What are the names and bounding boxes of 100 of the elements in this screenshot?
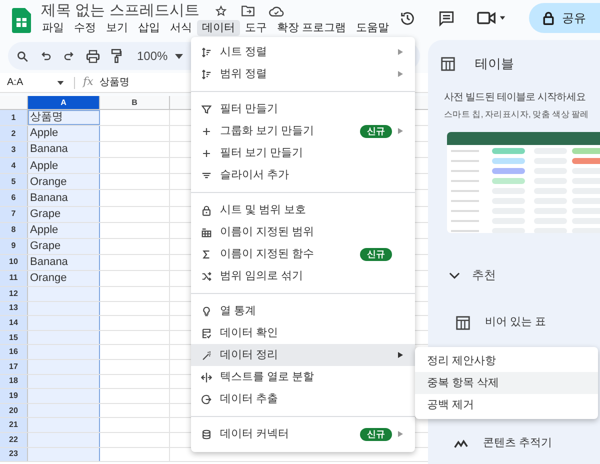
section-heading[interactable]: 추천	[472, 266, 496, 284]
table-cell[interactable]: Grape	[28, 238, 100, 254]
table-cell[interactable]: Banana	[28, 142, 100, 158]
table-cell[interactable]	[28, 404, 100, 418]
row-number[interactable]: 14	[0, 316, 28, 330]
menu-item[interactable]: 데이터 커넥터 신규	[191, 423, 415, 445]
menu-bar-item[interactable]: 서식	[165, 20, 197, 36]
menu-bar-item[interactable]: 도구	[240, 20, 272, 36]
template-item[interactable]: 비어 있는 표	[485, 314, 546, 331]
table-cell[interactable]	[28, 302, 100, 316]
table-cell[interactable]	[28, 418, 100, 432]
table-cell[interactable]	[28, 389, 100, 403]
row-number[interactable]: 22	[0, 432, 28, 447]
menu-item[interactable]: 이름이 지정된 범위	[191, 221, 415, 243]
row-number[interactable]: 1	[0, 110, 28, 126]
submenu-item[interactable]: 정리 제안사항	[415, 350, 598, 372]
table-cell[interactable]	[28, 360, 100, 374]
submenu-item[interactable]: 중복 항목 삭제	[415, 372, 598, 394]
row-number[interactable]: 2	[0, 126, 28, 142]
video-call-icon[interactable]	[477, 11, 507, 25]
menu-item[interactable]: 이름이 지정된 함수 신규	[191, 243, 415, 265]
row-number[interactable]: 12	[0, 287, 28, 301]
name-box[interactable]: A:A	[7, 75, 57, 90]
table-cell[interactable]	[28, 330, 100, 344]
menu-item[interactable]: 텍스트를 열로 분할	[191, 366, 415, 388]
table-cell[interactable]	[28, 374, 100, 388]
table-cell[interactable]: Banana	[28, 254, 100, 270]
table-cell[interactable]	[28, 432, 100, 447]
table-cell[interactable]: Orange	[28, 270, 100, 286]
menu-item[interactable]: 시트 정렬	[191, 41, 415, 63]
row-number[interactable]: 17	[0, 360, 28, 374]
row-number[interactable]: 11	[0, 270, 28, 286]
print-icon[interactable]	[86, 50, 100, 62]
row-number[interactable]: 9	[0, 238, 28, 254]
redo-icon[interactable]	[63, 50, 75, 62]
document-title[interactable]: 제목 없는 스프레드시트	[41, 2, 200, 20]
table-cell[interactable]: Banana	[28, 190, 100, 206]
share-button[interactable]: 공유	[529, 3, 600, 33]
row-number[interactable]: 13	[0, 302, 28, 316]
row-number[interactable]: 5	[0, 174, 28, 190]
cloud-icon[interactable]	[269, 6, 284, 16]
row-number[interactable]: 23	[0, 448, 28, 462]
folder-icon[interactable]	[241, 5, 256, 17]
menu-bar-item[interactable]: 데이터	[197, 20, 240, 36]
column-header[interactable]: B	[100, 96, 170, 109]
menu-item[interactable]: 시트 및 범위 보호	[191, 199, 415, 221]
row-number[interactable]: 6	[0, 190, 28, 206]
menu-item[interactable]: 필터 만들기	[191, 98, 415, 120]
menu-bar-item[interactable]: 확장 프로그램	[272, 20, 352, 36]
row-number[interactable]: 21	[0, 418, 28, 432]
menu-item[interactable]: 범위 임의로 섞기	[191, 265, 415, 287]
menu-item[interactable]: 열 통계	[191, 300, 415, 322]
table-cell[interactable]: Apple	[28, 222, 100, 238]
caret-icon[interactable]	[174, 54, 183, 58]
menu-item[interactable]: 슬라이서 추가	[191, 164, 415, 186]
menu-item[interactable]: 필터 보기 만들기	[191, 142, 415, 164]
paint-format-icon[interactable]	[111, 49, 122, 63]
submenu-item[interactable]: 공백 제거	[415, 394, 598, 416]
table-cell[interactable]: 상품명	[28, 110, 100, 126]
row-number[interactable]: 8	[0, 222, 28, 238]
comment-icon[interactable]	[438, 10, 455, 26]
row-number[interactable]: 3	[0, 142, 28, 158]
row-number[interactable]: 7	[0, 206, 28, 222]
table-cell[interactable]	[28, 345, 100, 359]
chevron-down-icon[interactable]	[449, 272, 460, 279]
table-cell[interactable]: Grape	[28, 206, 100, 222]
row-number[interactable]: 19	[0, 389, 28, 403]
table-cell[interactable]	[28, 316, 100, 330]
row-number[interactable]: 18	[0, 374, 28, 388]
column-header[interactable]: A	[28, 96, 100, 109]
zoom-level[interactable]: 100%	[137, 47, 168, 65]
menu-bar-item[interactable]: 파일	[37, 20, 69, 36]
row-number[interactable]: 15	[0, 330, 28, 344]
menu-item[interactable]: 데이터 확인	[191, 322, 415, 344]
menu-bar-item[interactable]: 도움말	[351, 20, 394, 36]
menu-bar-item[interactable]: 삽입	[133, 20, 165, 36]
table-cell[interactable]: Apple	[28, 158, 100, 174]
table-cell[interactable]: Orange	[28, 174, 100, 190]
row-number[interactable]: 16	[0, 345, 28, 359]
menu-item[interactable]: 범위 정렬	[191, 63, 415, 85]
menu-bar-item[interactable]: 보기	[101, 20, 133, 36]
search-icon[interactable]	[16, 50, 29, 62]
select-all-corner[interactable]	[0, 96, 28, 109]
template-item[interactable]: 콘텐츠 추적기	[483, 434, 552, 452]
row-number[interactable]: 4	[0, 158, 28, 174]
history-icon[interactable]	[399, 10, 416, 26]
sheets-logo-icon[interactable]	[12, 8, 31, 33]
row-number[interactable]: 20	[0, 404, 28, 418]
table-template-preview-drawing[interactable]	[447, 132, 600, 234]
table-cell[interactable]: Apple	[28, 126, 100, 142]
table-cell[interactable]	[28, 448, 100, 462]
menu-item[interactable]: 데이터 정리	[191, 344, 415, 366]
formula-input[interactable]: 상품명	[99, 75, 130, 90]
menu-item[interactable]: 그룹화 보기 만들기 신규	[191, 120, 415, 142]
menu-item[interactable]: 데이터 추출	[191, 388, 415, 410]
star-icon[interactable]	[215, 5, 228, 17]
menu-bar-item[interactable]: 수정	[69, 20, 101, 36]
row-number[interactable]: 10	[0, 254, 28, 270]
table-cell[interactable]	[28, 287, 100, 301]
caret-icon[interactable]	[57, 80, 64, 84]
